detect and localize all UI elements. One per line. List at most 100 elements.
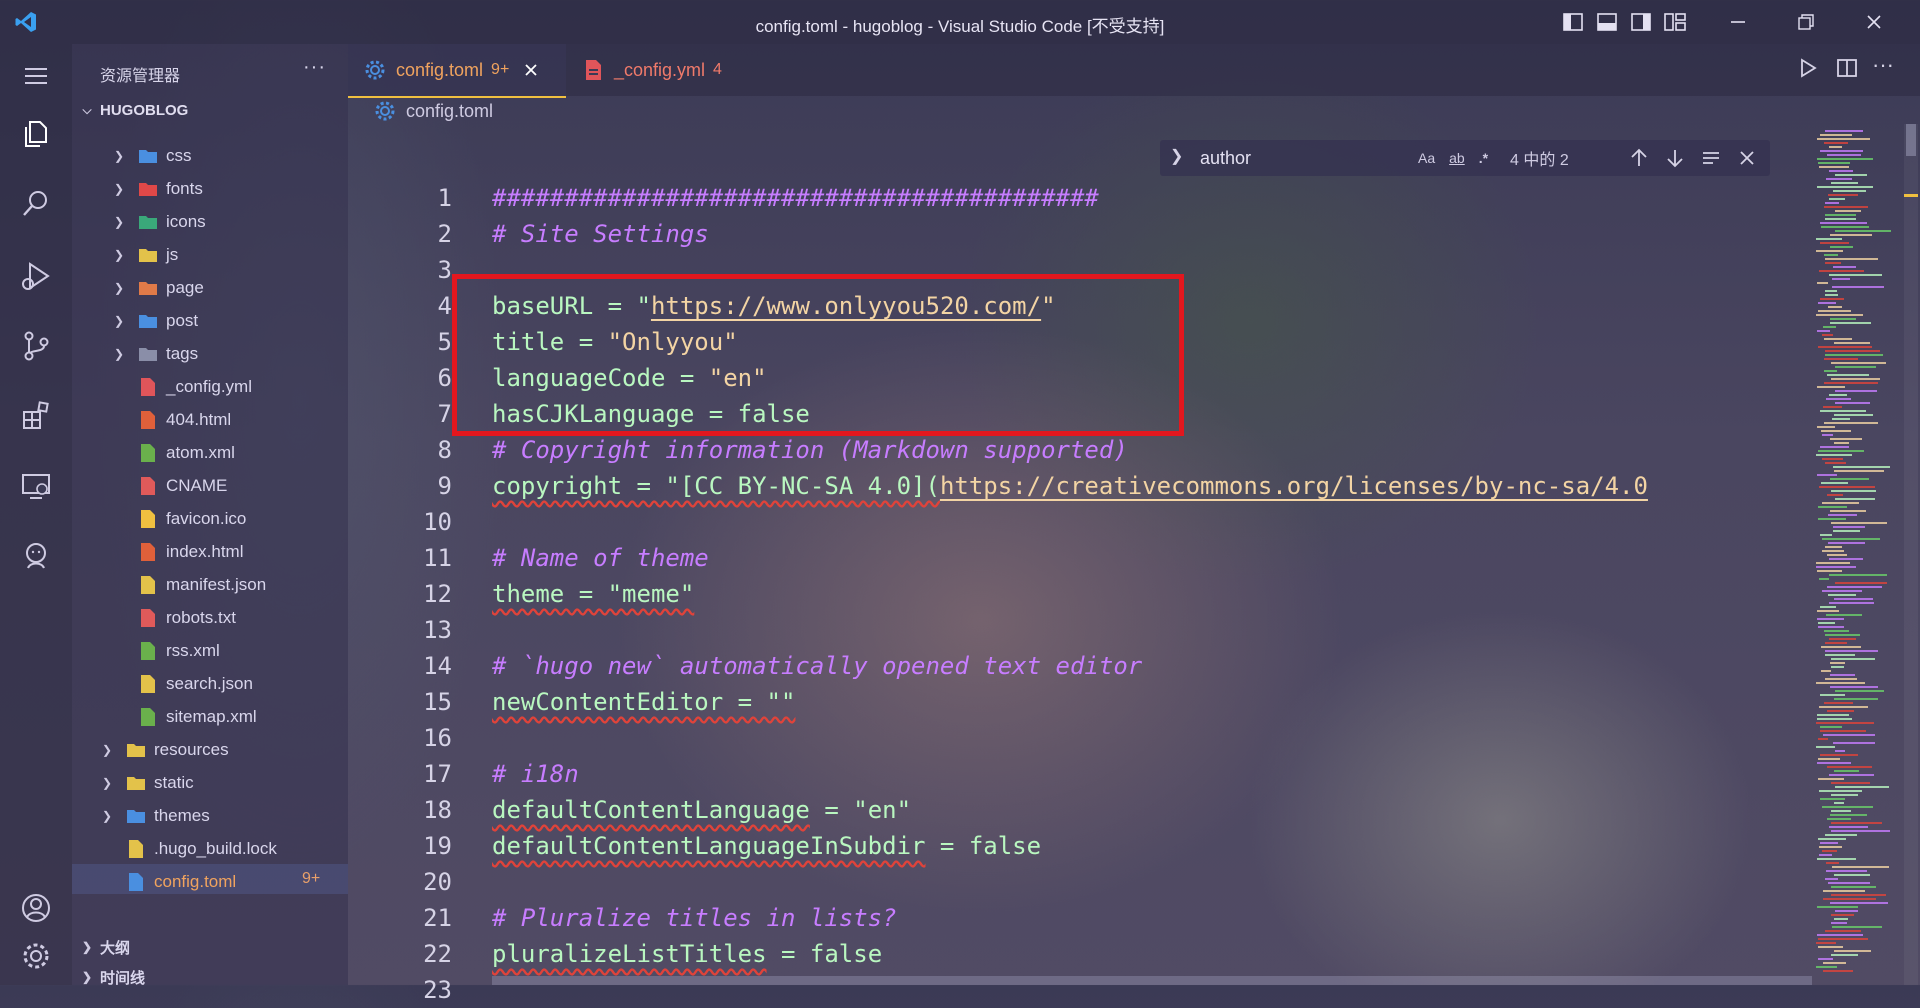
- arrow-down-icon[interactable]: [1664, 147, 1686, 169]
- arrow-up-icon[interactable]: [1628, 147, 1650, 169]
- line-number: 5: [437, 328, 452, 356]
- close-tab-icon[interactable]: [523, 62, 539, 78]
- code-line[interactable]: 21 # Pluralize titles in lists?: [0, 900, 1480, 936]
- code-token: # Pluralize titles in lists?: [492, 904, 897, 932]
- editor-more-actions-icon[interactable]: ···: [1872, 52, 1894, 78]
- scrollbar-find-marker: [1904, 194, 1918, 197]
- tab-config-toml[interactable]: config.toml 9+: [348, 44, 566, 98]
- minimap-line: [1824, 702, 1853, 704]
- code-line[interactable]: 20: [0, 864, 1480, 900]
- code-line[interactable]: 15 newContentEditor = "": [0, 684, 1480, 720]
- minimap-line: [1825, 878, 1838, 880]
- breadcrumb[interactable]: config.toml: [374, 100, 493, 122]
- minimap-line: [1822, 334, 1833, 336]
- code-line[interactable]: 13: [0, 612, 1480, 648]
- minimap-line: [1819, 486, 1875, 488]
- code-line[interactable]: 12 theme = "meme": [0, 576, 1480, 612]
- explorer-icon[interactable]: [18, 116, 54, 152]
- code-token: defaultContentLanguageInSubdir: [492, 832, 926, 860]
- minimap-line: [1824, 382, 1878, 384]
- match-case-toggle[interactable]: Aa: [1418, 150, 1435, 166]
- menu-icon[interactable]: [18, 58, 54, 94]
- minimap-line: [1821, 646, 1861, 648]
- code-line[interactable]: 9 copyright = "[CC BY-NC-SA 4.0](https://…: [0, 468, 1648, 504]
- code-line[interactable]: 17 # i18n: [0, 756, 1480, 792]
- code-line[interactable]: 8 # Copyright information (Markdown suppo…: [0, 432, 1480, 468]
- code-text: defaultContentLanguage = "en": [492, 792, 911, 828]
- minimap-line: [1826, 614, 1862, 616]
- customize-layout-icon[interactable]: [1658, 10, 1692, 34]
- workspace-root[interactable]: ⌵ HUGOBLOG: [80, 102, 188, 119]
- run-icon[interactable]: [1796, 56, 1820, 80]
- minimap-line: [1816, 966, 1837, 968]
- minimap-line: [1818, 162, 1850, 164]
- find-result-count: 4 中的 2: [1510, 152, 1569, 169]
- code-line[interactable]: 14 # `hugo new` automatically opened text…: [0, 648, 1480, 684]
- minimap-line: [1817, 858, 1856, 860]
- minimap-line: [1831, 822, 1882, 824]
- line-number: 9: [437, 472, 452, 500]
- explorer-more-actions-icon[interactable]: ···: [303, 56, 326, 79]
- minimap-line: [1817, 570, 1842, 572]
- code-token: = false: [925, 832, 1042, 860]
- minimap-line: [1835, 498, 1875, 500]
- minimap-line: [1825, 218, 1856, 220]
- line-number: 17: [423, 760, 452, 788]
- minimize-icon[interactable]: [1704, 10, 1772, 34]
- split-editor-icon[interactable]: [1835, 56, 1859, 80]
- minimap-line: [1824, 370, 1837, 372]
- tab-badge: 9+: [491, 61, 510, 78]
- code-text: # Copyright information (Markdown suppor…: [492, 432, 1128, 468]
- minimap-line: [1829, 826, 1868, 828]
- tree-item[interactable]: ❯ css: [112, 141, 192, 171]
- minimap-line: [1822, 590, 1862, 592]
- toggle-secondary-sidebar-icon[interactable]: [1624, 10, 1658, 34]
- code-line[interactable]: 19 defaultContentLanguageInSubdir = false: [0, 828, 1480, 864]
- folder-icon: [138, 146, 158, 166]
- minimap-line: [1825, 546, 1842, 548]
- close-find-icon[interactable]: [1738, 149, 1756, 167]
- whole-word-toggle[interactable]: ab: [1449, 150, 1465, 166]
- restore-icon[interactable]: [1772, 10, 1840, 34]
- minimap-line: [1818, 938, 1868, 940]
- minimap-line: [1832, 278, 1850, 280]
- tab-config-yml[interactable]: _config.yml 4: [580, 44, 770, 96]
- code-text: # i18n: [492, 756, 579, 792]
- minimap-line: [1818, 310, 1851, 312]
- find-input[interactable]: [1198, 143, 1412, 173]
- toggle-sidebar-icon[interactable]: [1556, 10, 1590, 34]
- minimap-line: [1824, 422, 1878, 424]
- code-token: pluralizeListTitles: [492, 940, 767, 968]
- minimap-line: [1827, 154, 1861, 156]
- code-line[interactable]: 2 # Site Settings: [0, 216, 1480, 252]
- minimap-line: [1831, 666, 1844, 668]
- code-line[interactable]: 18 defaultContentLanguage = "en": [0, 792, 1480, 828]
- find-in-selection-icon[interactable]: [1700, 147, 1722, 169]
- code-line[interactable]: 11 # Name of theme: [0, 540, 1480, 576]
- code-line[interactable]: 10: [0, 504, 1480, 540]
- breadcrumb-file[interactable]: config.toml: [406, 101, 493, 122]
- toggle-panel-icon[interactable]: [1590, 10, 1624, 34]
- minimap-line: [1818, 778, 1844, 780]
- horizontal-scrollbar[interactable]: [492, 976, 1812, 985]
- minimap-line: [1818, 622, 1835, 624]
- code-line[interactable]: 16: [0, 720, 1480, 756]
- minimap-line: [1820, 150, 1863, 152]
- minimap-line: [1824, 142, 1848, 144]
- minimap-line: [1834, 470, 1884, 472]
- vertical-scrollbar[interactable]: [1904, 124, 1918, 985]
- minimap-line: [1831, 886, 1876, 888]
- minimap-line: [1820, 242, 1849, 244]
- close-window-icon[interactable]: [1840, 10, 1908, 34]
- gear-file-icon: [375, 101, 395, 121]
- minimap-line: [1820, 446, 1849, 448]
- minimap-line: [1817, 186, 1873, 188]
- line-number: 21: [423, 904, 452, 932]
- minimap-line: [1834, 342, 1870, 344]
- chevron-right-icon[interactable]: ❯: [1170, 146, 1183, 166]
- code-line[interactable]: 22 pluralizeListTitles = false: [0, 936, 1480, 972]
- code-line[interactable]: 1 #######################################…: [0, 180, 1480, 216]
- scrollbar-thumb[interactable]: [1906, 124, 1916, 156]
- minimap[interactable]: [1812, 124, 1904, 985]
- regex-toggle[interactable]: .*: [1479, 150, 1488, 166]
